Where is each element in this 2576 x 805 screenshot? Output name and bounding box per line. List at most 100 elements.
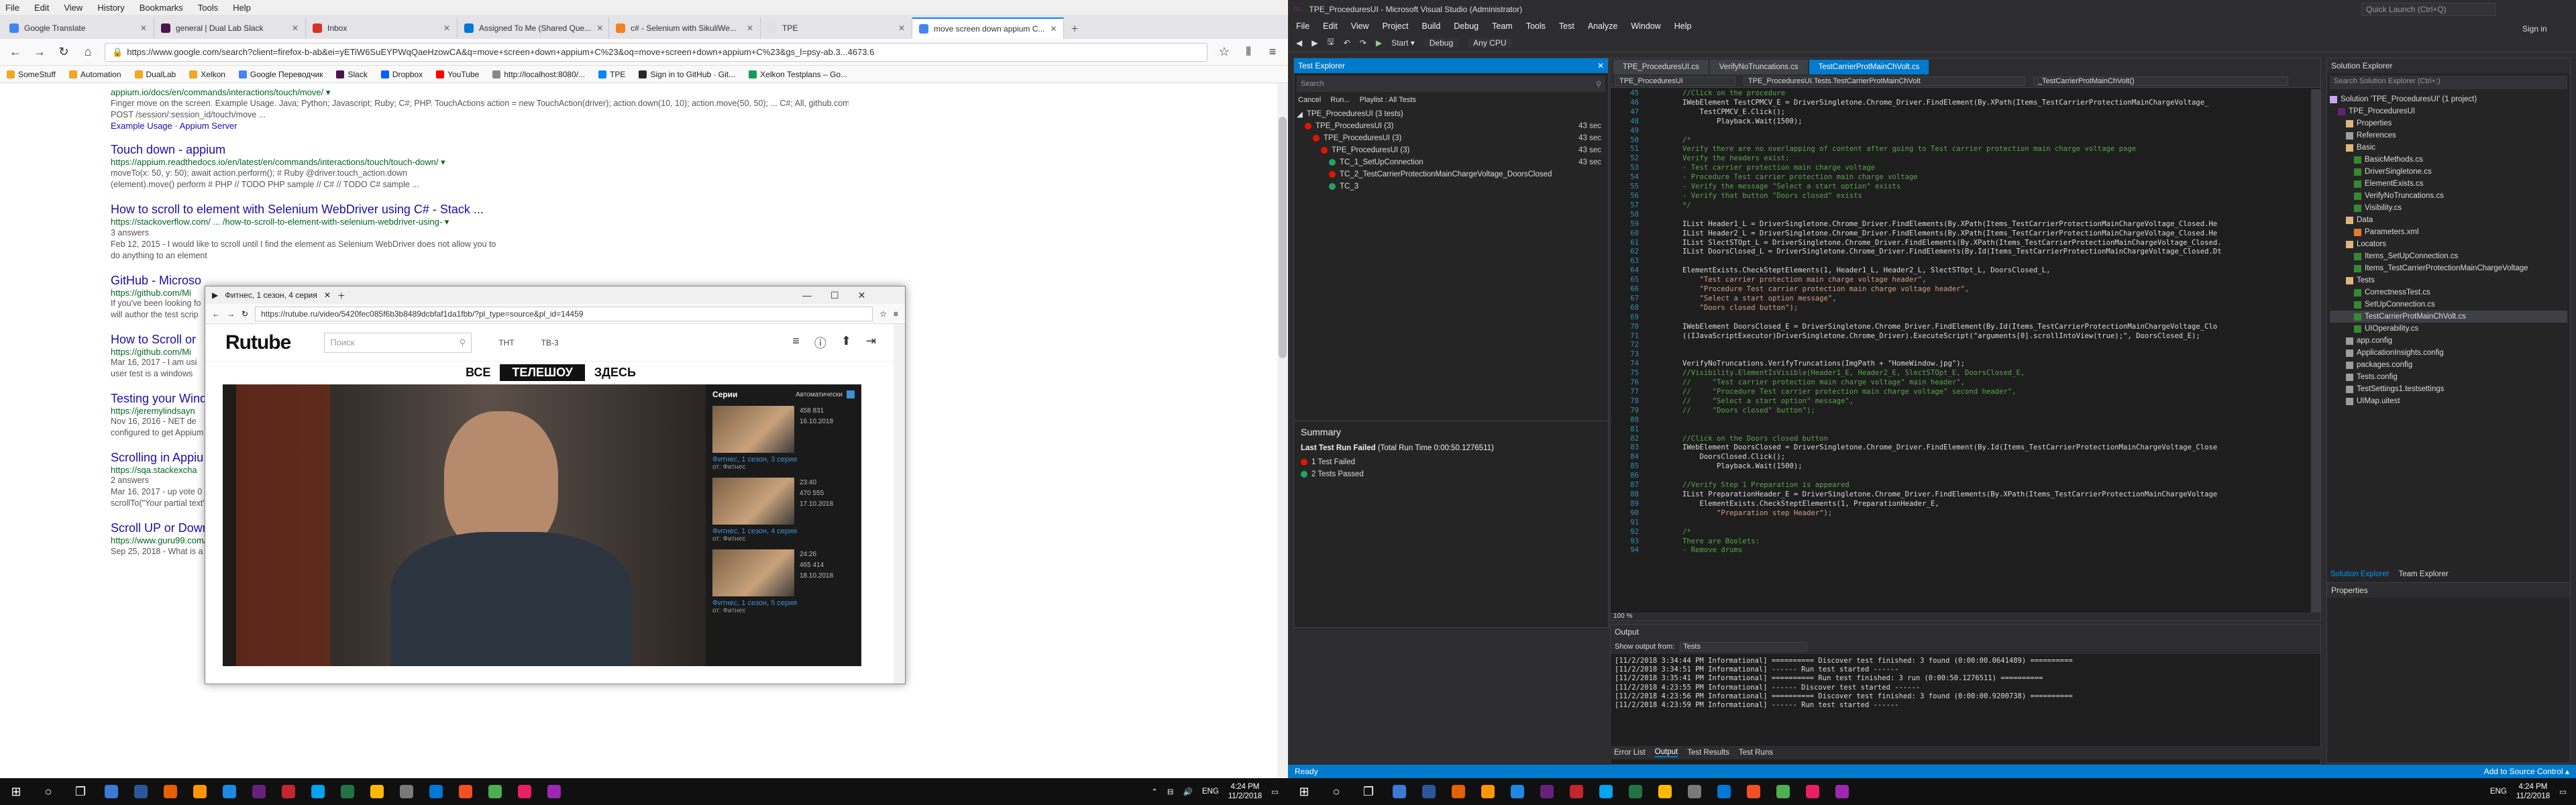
taskbar-app-icon[interactable] bbox=[1473, 778, 1503, 805]
solution-tree-item[interactable]: UIMap.uitest bbox=[2330, 395, 2567, 407]
solution-tree-item[interactable]: Locators bbox=[2330, 238, 2567, 250]
menu-help[interactable]: Help bbox=[233, 3, 251, 13]
solution-tree-item[interactable]: packages.config bbox=[2330, 359, 2567, 371]
language-indicator[interactable]: ENG bbox=[1202, 788, 1219, 796]
solution-tree-item[interactable]: CorrectnessTest.cs bbox=[2330, 286, 2567, 299]
browser-tab[interactable]: general | Dual Lab Slack ✕ bbox=[154, 17, 306, 39]
bookmark-item[interactable]: SomeStuff bbox=[7, 70, 56, 79]
result-url[interactable]: https://appium.readthedocs.io/en/latest/… bbox=[111, 157, 849, 168]
episode-thumbnail[interactable] bbox=[712, 478, 794, 525]
forward-icon[interactable]: → bbox=[32, 45, 47, 59]
vs-menu-item[interactable]: Test bbox=[1559, 21, 1574, 31]
test-tree-row[interactable]: TPE_ProceduresUI (3) 43 sec bbox=[1297, 120, 1605, 132]
star-icon[interactable]: ☆ bbox=[1217, 45, 1232, 59]
redo-icon[interactable]: ↷ bbox=[1360, 38, 1366, 48]
taskbar-app-icon[interactable] bbox=[215, 778, 244, 805]
vs-menu-item[interactable]: File bbox=[1296, 21, 1309, 31]
solution-tree-item[interactable]: Tests bbox=[2330, 274, 2567, 286]
menu-edit[interactable]: Edit bbox=[34, 3, 49, 13]
taskbar-app-icon[interactable] bbox=[1621, 778, 1650, 805]
taskbar-app-icon[interactable] bbox=[421, 778, 451, 805]
episode-title[interactable]: Фитнес, 1 сезон, 3 серия bbox=[712, 455, 855, 464]
bookmark-item[interactable]: Google Переводчик bbox=[238, 70, 323, 79]
minimize-icon[interactable]: — bbox=[802, 290, 812, 301]
tab-output[interactable]: Output bbox=[1654, 748, 1678, 757]
menu-icon[interactable]: ≡ bbox=[894, 309, 898, 319]
volume-icon[interactable]: 🔊 bbox=[1183, 787, 1193, 796]
star-icon[interactable]: ☆ bbox=[879, 309, 887, 319]
test-search-input[interactable]: Search ⚲ bbox=[1297, 76, 1605, 92]
solution-tree-item[interactable]: DriverSingletone.cs bbox=[2330, 166, 2567, 178]
login-icon[interactable]: ⇥ bbox=[866, 334, 876, 352]
start-button[interactable]: Start ▾ bbox=[1391, 38, 1415, 48]
solution-tree-item[interactable]: Properties bbox=[2330, 117, 2567, 129]
bookmark-item[interactable]: Xelkon bbox=[189, 70, 225, 79]
notifications-icon[interactable]: ▭ bbox=[1271, 787, 1279, 796]
bookmark-item[interactable]: Xelkon Testplans – Go... bbox=[749, 70, 847, 79]
tab-team-explorer[interactable]: Team Explorer bbox=[2399, 570, 2449, 578]
tab-verifynotruncations[interactable]: VerifyNoTruncations.cs bbox=[1709, 60, 1808, 74]
taskbar-app-icon[interactable] bbox=[362, 778, 392, 805]
episode-title[interactable]: Фитнес, 1 сезон, 4 серия bbox=[712, 527, 855, 535]
test-tree-row[interactable]: ◢ TPE_ProceduresUI (3 tests) bbox=[1297, 108, 1605, 120]
search-icon[interactable]: ○ bbox=[1320, 778, 1352, 805]
bookmark-item[interactable]: YouTube bbox=[436, 70, 479, 79]
nav-back-icon[interactable]: ◀ bbox=[1296, 38, 1302, 48]
home-icon[interactable]: ⌂ bbox=[80, 45, 95, 59]
solution-search-input[interactable]: Search Solution Explorer (Ctrl+;) bbox=[2330, 76, 2567, 89]
episode-channel[interactable]: от: Фитнес bbox=[712, 607, 855, 614]
tnt-banner[interactable]: ВСЕ ТЕЛЕШОУ ЗДЕСЬ bbox=[205, 362, 896, 383]
search-icon[interactable]: ⚲ bbox=[460, 337, 466, 348]
solution-tree-item[interactable]: TPE_ProceduresUI bbox=[2330, 105, 2567, 117]
taskbar-app-icon[interactable] bbox=[1414, 778, 1444, 805]
rutube-scrollbar[interactable] bbox=[894, 324, 905, 684]
result-url[interactable]: appium.io/docs/en/commands/interactions/… bbox=[111, 87, 849, 98]
passed-count-row[interactable]: 2 Tests Passed bbox=[1301, 468, 1601, 480]
result-title[interactable]: How to scroll to element with Selenium W… bbox=[111, 203, 849, 217]
episode-channel[interactable]: от: Фитнес bbox=[712, 535, 855, 543]
signin-link[interactable]: Sign in bbox=[2522, 24, 2547, 34]
bookmark-item[interactable]: http://localhost:8080/... bbox=[492, 70, 585, 79]
vs-menu-item[interactable]: Window bbox=[1631, 21, 1660, 31]
menu-history[interactable]: History bbox=[97, 3, 124, 13]
bookmark-item[interactable]: DualLab bbox=[134, 70, 176, 79]
rutube-tab-title[interactable]: Фитнес, 1 сезон, 4 серия bbox=[225, 290, 317, 300]
task-view-icon[interactable]: ❐ bbox=[64, 778, 97, 805]
episode-thumbnail[interactable] bbox=[712, 549, 794, 596]
back-icon[interactable]: ← bbox=[212, 309, 220, 319]
tab-close-icon[interactable]: ✕ bbox=[324, 290, 331, 300]
maximize-icon[interactable]: ☐ bbox=[830, 290, 839, 301]
result-url[interactable]: https://stackoverflow.com/ ... /how-to-s… bbox=[111, 217, 849, 227]
new-tab-icon[interactable]: ＋ bbox=[337, 290, 345, 301]
video-player[interactable] bbox=[223, 384, 706, 666]
taskbar-app-icon[interactable] bbox=[97, 778, 126, 805]
type-dropdown[interactable]: TPE_ProceduresUI.Tests.TestCarrierProtMa… bbox=[1743, 76, 2025, 86]
taskbar-app-icon[interactable] bbox=[274, 778, 303, 805]
test-tree-row[interactable]: TPE_ProceduresUI (3) 43 sec bbox=[1297, 132, 1605, 144]
quick-launch-input[interactable]: Quick Launch (Ctrl+Q) bbox=[2361, 3, 2496, 16]
vs-menu-item[interactable]: Analyze bbox=[1588, 21, 1617, 31]
undo-icon[interactable]: ↶ bbox=[1344, 38, 1350, 48]
task-view-icon[interactable]: ❐ bbox=[1352, 778, 1385, 805]
upload-icon[interactable]: ⬆ bbox=[841, 334, 851, 352]
rutube-logo[interactable]: Rutube bbox=[225, 331, 291, 354]
taskbar-app-icon[interactable] bbox=[510, 778, 539, 805]
vs-menu-item[interactable]: Build bbox=[1421, 21, 1440, 31]
notifications-icon[interactable]: ▭ bbox=[2559, 787, 2567, 796]
playlist-dropdown[interactable]: Playlist : All Tests bbox=[1360, 96, 1416, 104]
solution-tree-item[interactable]: References bbox=[2330, 129, 2567, 142]
episode-item[interactable]: 24:26 465 414 18.10.2018 Фитнес, 1 сезон, 5… bbox=[712, 549, 855, 614]
rutube-url-bar[interactable]: https://rutube.ru/video/5420fec085f6b3b8… bbox=[255, 306, 873, 321]
solution-tree-item[interactable]: Items_TestCarrierProtectionMainChargeVol… bbox=[2330, 262, 2567, 274]
clock[interactable]: 4:24 PM 11/2/2018 bbox=[1228, 782, 1262, 801]
taskbar-app-icon[interactable] bbox=[480, 778, 510, 805]
solution-tree-item[interactable]: TestCarrierProtMainChVolt.cs bbox=[2330, 311, 2567, 323]
new-tab-icon[interactable]: ＋ bbox=[1064, 17, 1088, 39]
vs-menu-item[interactable]: Project bbox=[1383, 21, 1409, 31]
taskbar-app-icon[interactable] bbox=[451, 778, 480, 805]
taskbar-app-icon[interactable] bbox=[1798, 778, 1827, 805]
zoom-level[interactable]: 100 % bbox=[1611, 612, 2320, 621]
menu-icon[interactable]: ≡ bbox=[1265, 45, 1280, 59]
taskbar-app-icon[interactable] bbox=[303, 778, 333, 805]
autoplay-toggle[interactable] bbox=[847, 390, 855, 398]
